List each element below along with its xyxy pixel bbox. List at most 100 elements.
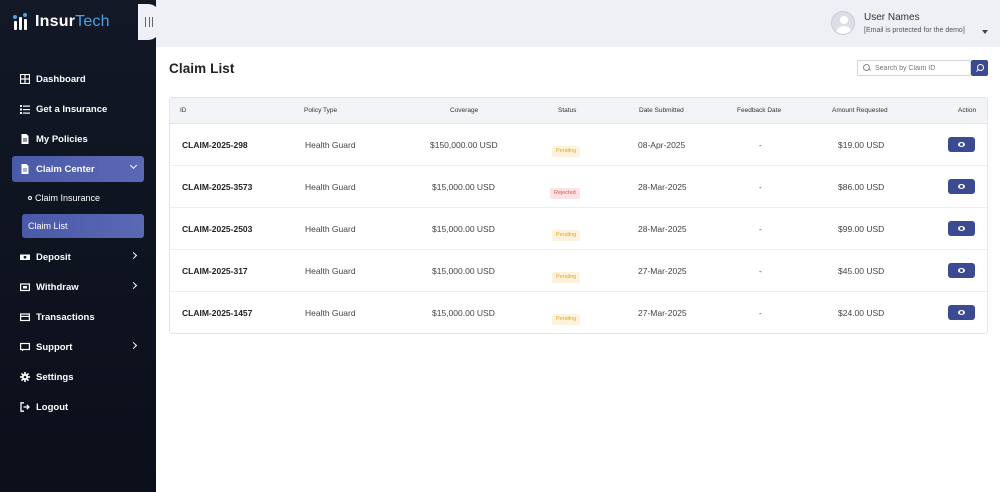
column-header-action: Action bbox=[958, 107, 977, 114]
user-name[interactable]: User Names bbox=[864, 12, 920, 23]
sidebar-item-claim-center[interactable]: Claim Center bbox=[12, 156, 144, 182]
chat-icon bbox=[20, 342, 30, 352]
column-header-date-submitted: Date Submitted bbox=[639, 107, 684, 114]
coverage: $15,000.00 USD bbox=[432, 182, 495, 192]
feedback-date: - bbox=[759, 266, 762, 276]
user-email: [Email is protected for the demo] bbox=[864, 27, 965, 34]
amount-requested: $19.00 USD bbox=[838, 140, 885, 150]
topbar: User Names [Email is protected for the d… bbox=[156, 0, 1000, 47]
grid-icon bbox=[20, 74, 30, 84]
sidebar-item-withdraw[interactable]: Withdraw bbox=[12, 274, 144, 300]
document-icon bbox=[20, 164, 30, 174]
sidebar-item-label: Claim Center bbox=[36, 163, 95, 175]
sidebar-subitem-claim-list[interactable]: Claim List bbox=[22, 214, 144, 238]
column-header-policy-type: Policy Type bbox=[304, 107, 338, 114]
column-header-status: Status bbox=[558, 107, 577, 114]
policy-type: Health Guard bbox=[305, 140, 356, 150]
claim-id: CLAIM-2025-317 bbox=[182, 266, 248, 276]
policy-type: Health Guard bbox=[305, 224, 356, 234]
view-button[interactable] bbox=[948, 263, 975, 278]
table-header: ID Policy Type Coverage Status Date Subm… bbox=[170, 98, 987, 124]
view-button[interactable] bbox=[948, 137, 975, 152]
eye-icon bbox=[958, 142, 965, 147]
search-button[interactable] bbox=[971, 60, 988, 76]
list-icon bbox=[20, 104, 30, 114]
eye-icon bbox=[958, 310, 965, 315]
amount-requested: $86.00 USD bbox=[838, 182, 885, 192]
status-badge-wrap: Pending bbox=[552, 223, 581, 241]
feedback-date: - bbox=[759, 308, 762, 318]
logo-icon bbox=[12, 12, 32, 32]
status-badge: Rejected bbox=[550, 188, 580, 199]
column-header-id: ID bbox=[180, 107, 187, 114]
chevron-right-icon bbox=[129, 251, 138, 260]
chevron-down-icon bbox=[129, 161, 138, 170]
eye-icon bbox=[958, 184, 965, 189]
coverage: $15,000.00 USD bbox=[432, 308, 495, 318]
date-submitted: 28-Mar-2025 bbox=[638, 224, 687, 234]
feedback-date: - bbox=[759, 224, 762, 234]
policy-type: Health Guard bbox=[305, 266, 356, 276]
sidebar-item-deposit[interactable]: Deposit bbox=[12, 244, 144, 270]
claim-id: CLAIM-2025-1457 bbox=[182, 308, 253, 318]
sidebar-subitem-claim-insurance[interactable]: Claim Insurance bbox=[22, 186, 144, 210]
feedback-date: - bbox=[759, 182, 762, 192]
view-button[interactable] bbox=[948, 179, 975, 194]
gear-icon bbox=[20, 372, 30, 382]
table-row: CLAIM-2025-2503 Health Guard $15,000.00 … bbox=[170, 208, 987, 250]
sidebar-item-logout[interactable]: Logout bbox=[12, 394, 144, 420]
app-logo[interactable]: InsurTech bbox=[12, 10, 110, 34]
search-input[interactable] bbox=[875, 64, 970, 72]
status-badge-wrap: Pending bbox=[552, 307, 581, 325]
claim-id: CLAIM-2025-298 bbox=[182, 140, 248, 150]
logout-icon bbox=[20, 402, 30, 412]
status-badge: Pending bbox=[552, 146, 581, 157]
amount-requested: $99.00 USD bbox=[838, 224, 885, 234]
search-icon bbox=[863, 64, 871, 72]
sidebar-toggle-button[interactable] bbox=[138, 4, 160, 40]
caret-down-icon[interactable] bbox=[982, 30, 988, 34]
table-row: CLAIM-2025-298 Health Guard $150,000.00 … bbox=[170, 124, 987, 166]
avatar[interactable] bbox=[831, 11, 855, 35]
status-badge: Pending bbox=[552, 314, 581, 325]
policy-type: Health Guard bbox=[305, 182, 356, 192]
feedback-date: - bbox=[759, 140, 762, 150]
search-icon bbox=[976, 64, 984, 72]
column-header-amount-requested: Amount Requested bbox=[832, 107, 888, 114]
card-icon bbox=[20, 312, 30, 322]
claims-table: ID Policy Type Coverage Status Date Subm… bbox=[169, 97, 988, 334]
policy-type: Health Guard bbox=[305, 308, 356, 318]
status-badge: Pending bbox=[552, 230, 581, 241]
chevron-right-icon bbox=[129, 341, 138, 350]
amount-requested: $24.00 USD bbox=[838, 308, 885, 318]
sidebar-item-transactions[interactable]: Transactions bbox=[12, 304, 144, 330]
sidebar-nav: Dashboard Get a Insurance My Policies Cl… bbox=[0, 66, 156, 424]
sidebar-item-support[interactable]: Support bbox=[12, 334, 144, 360]
money-icon bbox=[20, 252, 30, 262]
sidebar-item-my-policies[interactable]: My Policies bbox=[12, 126, 144, 152]
document-icon bbox=[20, 134, 30, 144]
circle-icon bbox=[28, 196, 32, 200]
coverage: $15,000.00 USD bbox=[432, 224, 495, 234]
sidebar-item-label: Transactions bbox=[36, 311, 95, 323]
column-header-coverage: Coverage bbox=[450, 107, 479, 114]
sidebar-subitem-label: Claim List bbox=[28, 221, 68, 231]
sidebar-item-get-insurance[interactable]: Get a Insurance bbox=[12, 96, 144, 122]
page-title: Claim List bbox=[169, 61, 235, 76]
claim-id: CLAIM-2025-2503 bbox=[182, 224, 253, 234]
amount-requested: $45.00 USD bbox=[838, 266, 885, 276]
date-submitted: 27-Mar-2025 bbox=[638, 266, 687, 276]
menu-lines-icon bbox=[145, 17, 153, 27]
view-button[interactable] bbox=[948, 305, 975, 320]
sidebar-item-label: Logout bbox=[36, 401, 69, 413]
status-badge-wrap: Pending bbox=[552, 139, 581, 157]
sidebar-item-settings[interactable]: Settings bbox=[12, 364, 144, 390]
view-button[interactable] bbox=[948, 221, 975, 236]
sidebar-item-dashboard[interactable]: Dashboard bbox=[12, 66, 144, 92]
eye-icon bbox=[958, 268, 965, 273]
eye-icon bbox=[958, 226, 965, 231]
sidebar-item-label: My Policies bbox=[36, 133, 88, 145]
sidebar-item-label: Deposit bbox=[36, 251, 71, 263]
table-row: CLAIM-2025-1457 Health Guard $15,000.00 … bbox=[170, 292, 987, 334]
date-submitted: 27-Mar-2025 bbox=[638, 308, 687, 318]
